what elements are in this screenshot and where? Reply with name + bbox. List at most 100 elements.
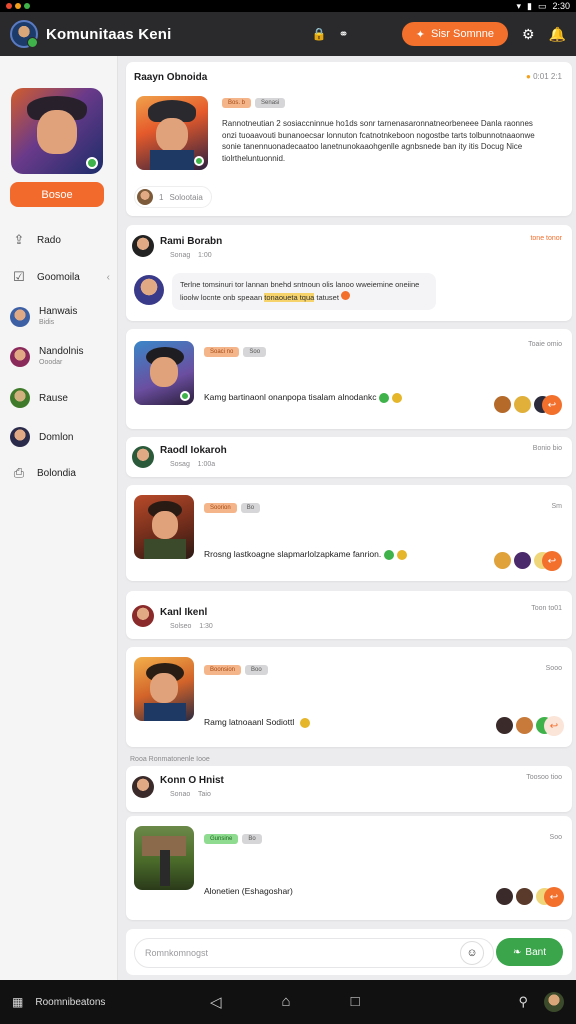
reply-button[interactable]: ↩ [544,887,564,907]
thread-text: Ramg latnoaanl Sodiottl [204,717,310,728]
avatar[interactable] [132,776,154,798]
thread-card: Rami Borabn Sonag 1:00 tone tonor Terlne… [126,225,572,321]
reply-button[interactable]: ↩ [542,551,562,571]
thread-portrait-image[interactable] [134,826,194,890]
thread-portrait-image[interactable] [134,495,194,559]
tag[interactable]: Soo [243,347,267,357]
thread-card: Raodl Iokaroh Sosag 1:00a Bonio bio [126,437,572,477]
sidebar-item-goomoila[interactable]: ☑ Goomoila ‹ [10,265,110,289]
tag[interactable]: Boo [245,665,268,675]
avatar[interactable] [132,235,154,257]
reply-bubble: Terlne tomsinuri tor lannan bnehd sntnou… [172,273,436,310]
sidebar-item-rause[interactable]: Rause [10,386,110,410]
thread-meta: Sosag 1:00a [170,461,216,468]
emoji-icon [299,717,310,728]
featured-post-card: Raayn Obnoida ● 0:01 2:1 Bos. b Senasi R… [126,62,572,216]
thread-card: Gunsine Bo Soo Alonetien (Eshagoshar) ↩ [126,816,572,920]
page-title: Komunitaas Keni [46,25,172,43]
thread-time: tone tonor [530,235,562,242]
post-portrait-image[interactable] [136,96,208,170]
profile-hero-image[interactable] [11,88,103,174]
post-tags: Bos. b Senasi [222,98,286,108]
thread-portrait-image[interactable] [134,657,194,721]
chevron-left-icon: ‹ [106,271,110,283]
tag[interactable]: Senasi [255,98,286,108]
recents-icon[interactable]: □ [351,993,360,1011]
system-nav: ◁ ⌂ □ [210,993,360,1011]
avatar[interactable] [132,605,154,627]
sparkle-icon: ✦ [415,28,426,41]
avatar [10,307,30,327]
tag[interactable]: Gunsine [204,834,239,844]
thread-text: Alonetien (Eshagoshar) [204,886,293,896]
check-icon [383,549,394,560]
sidebar-item-rado[interactable]: ⇪ Rado [10,228,110,252]
composer: Romnkomnogst ☺ ❧ Bant [126,929,572,975]
sidebar-item-nandolnis[interactable]: Nandolnis Ooodar [10,345,110,369]
post-body: Rannotneutian 2 sosiaccninnue ho1ds sonr… [222,119,535,163]
sidebar-item-bolondia[interactable]: ⎙ Bolondia [10,461,110,485]
thread-card: Boonsion Boo Sooo Ramg latnoaanl Sodiott… [126,647,572,747]
status-icons: ▾ ▮ ▭ 2:30 [516,1,570,12]
post-footer[interactable]: 1 Solootaia [134,186,212,208]
thread-time: Bonio bio [532,445,562,452]
grid-icon[interactable]: ▦ [12,995,23,1009]
send-button[interactable]: ❧ Bant [496,938,563,966]
avatar [10,347,30,367]
tag[interactable]: Bo [240,503,261,513]
thread-time: Toaie omio [528,341,562,348]
sidebar-item-domlon[interactable]: Domlon [10,425,110,449]
thread-card: Konn O Hnist Sonao Taio Toosoo tioo [126,766,572,812]
thread-author[interactable]: Kanl Ikenl [160,607,207,618]
thread-time: Sooo [545,665,562,672]
home-icon[interactable]: ⌂ [282,993,291,1011]
search-icon[interactable]: ⚲ [518,994,528,1010]
reply-button[interactable]: ↩ [542,395,562,415]
wifi-icon: ▾ [516,0,521,11]
avatar [10,388,30,408]
tag[interactable]: Soorion [204,503,237,513]
clock: 2:30 [552,1,570,11]
star-icon [391,392,402,403]
inbox-icon: ☑ [13,269,25,284]
tag[interactable]: Bos. b [222,98,252,108]
thread-card: Soaci no Soo Toaie omio Kamg bartinaonl … [126,329,572,429]
lock-icon[interactable]: 🔒 [312,27,327,41]
community-avatar[interactable] [10,20,38,48]
bottom-bar: ▦ Roomnibeatons ◁ ⌂ □ ⚲ [0,980,576,1024]
tag[interactable]: Soaci no [204,347,240,357]
thread-author[interactable]: Rami Borabn [160,236,222,247]
upload-icon: ⇪ [13,232,25,247]
link-icon[interactable]: ⚭ [338,27,348,41]
thread-meta: Solseo 1:30 [170,623,213,630]
signal-icon: ▮ [527,0,532,11]
avatar [137,189,153,205]
thread-time: Toon to01 [531,605,562,612]
avatar[interactable] [134,275,164,305]
thread-card: Kanl Ikenl Solseo 1:30 Toon to01 [126,591,572,639]
reply-button[interactable]: ↩ [544,716,564,736]
post-meta: ● 0:01 2:1 [526,72,562,81]
thread-author[interactable]: Konn O Hnist [160,775,224,786]
sidebar: Bosoe ⇪ Rado ☑ Goomoila ‹ Hanwais Bidis … [0,56,118,980]
primary-button[interactable]: Bosoe [10,182,104,207]
thread-portrait-image[interactable] [134,341,194,405]
sidebar-item-hanwais[interactable]: Hanwais Bidis [10,305,110,329]
thread-author[interactable]: Raodl Iokaroh [160,445,227,456]
leaf-icon: ❧ [513,946,522,958]
notifications-icon[interactable]: 🔔 [549,26,566,43]
avatar[interactable] [132,446,154,468]
join-button[interactable]: ✦ Sisr Somnne [401,22,508,46]
profile-avatar[interactable] [544,992,564,1012]
emoji-icon[interactable]: ☺ [460,941,484,965]
star-icon [396,549,407,560]
join-button-label: Sisr Somnne [431,28,494,40]
tag[interactable]: Bo [242,834,262,844]
thread-time: Sm [551,503,563,510]
thread-text: Kamg bartinaonl onanpopa tisalam alnodan… [204,392,402,403]
back-icon[interactable]: ◁ [210,993,222,1011]
thread-time: Soo [549,834,562,841]
tag[interactable]: Boonsion [204,665,242,675]
message-input[interactable]: Romnkomnogst [134,938,494,968]
settings-icon[interactable]: ⚙ [522,26,535,43]
